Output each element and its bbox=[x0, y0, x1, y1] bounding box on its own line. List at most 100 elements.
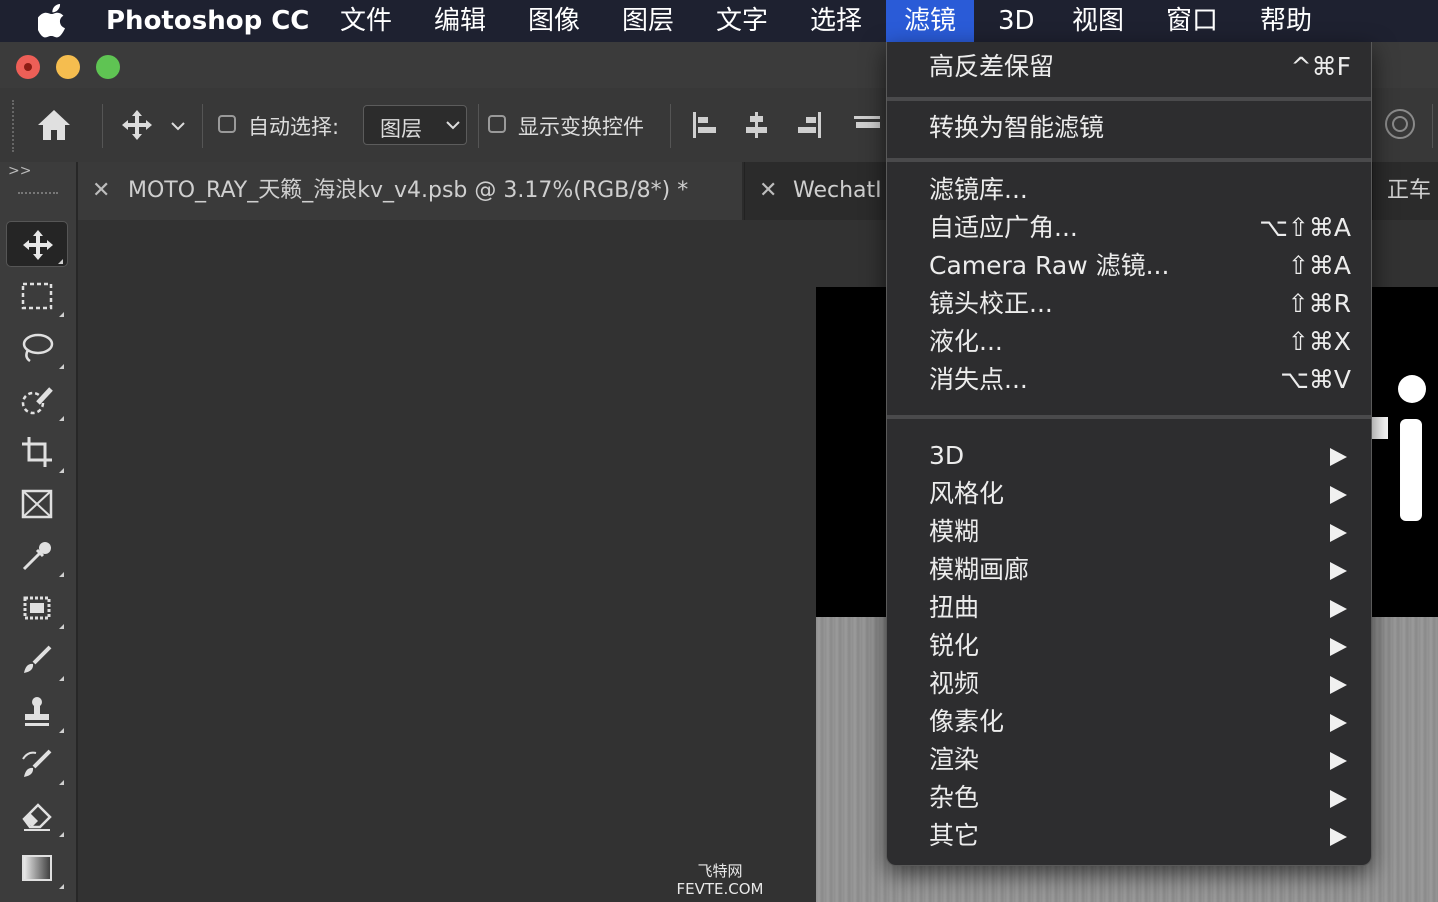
tool-stamp[interactable] bbox=[6, 689, 68, 735]
show-transform-checkbox[interactable] bbox=[488, 115, 506, 133]
divider bbox=[1432, 104, 1433, 148]
tool-history-brush[interactable] bbox=[6, 741, 68, 787]
tool-lasso[interactable] bbox=[6, 325, 68, 371]
menu-image[interactable]: 图像 bbox=[528, 0, 580, 42]
minimize-window-button[interactable] bbox=[56, 55, 80, 79]
frame-icon bbox=[21, 489, 53, 519]
submenu-distort[interactable]: 扭曲 bbox=[887, 589, 1371, 627]
menu-help[interactable]: 帮助 bbox=[1260, 0, 1312, 42]
tool-gradient[interactable] bbox=[6, 845, 68, 891]
menu-bar: Photoshop CC 文件 编辑 图像 图层 文字 选择 滤镜 3D 视图 … bbox=[0, 0, 1438, 42]
submenu-arrow-icon bbox=[1330, 752, 1347, 770]
menu-item-label: 锐化 bbox=[929, 631, 980, 660]
lasso-icon bbox=[22, 333, 54, 363]
auto-select-checkbox[interactable] bbox=[218, 115, 236, 133]
tool-frame[interactable] bbox=[6, 481, 68, 527]
submenu-render[interactable]: 渲染 bbox=[887, 741, 1371, 779]
tool-brush[interactable] bbox=[6, 637, 68, 683]
close-window-button[interactable] bbox=[16, 55, 40, 79]
3d-orbit-icon[interactable] bbox=[1382, 106, 1418, 142]
menu-item-label: Camera Raw 滤镜... bbox=[929, 251, 1170, 280]
gradient-icon bbox=[22, 855, 52, 881]
menu-item-convert-smart-filter[interactable]: 转换为智能滤镜 bbox=[887, 109, 1371, 147]
menu-separator bbox=[887, 158, 1371, 162]
menu-item-high-pass[interactable]: 高反差保留 ^⌘F bbox=[887, 48, 1371, 86]
menu-layer[interactable]: 图层 bbox=[622, 0, 674, 42]
menu-select[interactable]: 选择 bbox=[810, 0, 862, 42]
menu-item-vanishing-point[interactable]: 消失点... ⌥⌘V bbox=[887, 361, 1371, 399]
submenu-arrow-icon bbox=[1330, 448, 1347, 466]
submenu-3d[interactable]: 3D bbox=[887, 437, 1371, 475]
tool-move[interactable] bbox=[6, 221, 68, 267]
submenu-other[interactable]: 其它 bbox=[887, 817, 1371, 855]
menu-item-liquify[interactable]: 液化... ⇧⌘X bbox=[887, 323, 1371, 361]
submenu-stylize[interactable]: 风格化 bbox=[887, 475, 1371, 513]
tool-spot-heal[interactable] bbox=[6, 585, 68, 631]
submenu-arrow-icon bbox=[1330, 676, 1347, 694]
document-tab[interactable]: ✕ WechatI bbox=[744, 162, 887, 220]
submenu-video[interactable]: 视频 bbox=[887, 665, 1371, 703]
submenu-blur[interactable]: 模糊 bbox=[887, 513, 1371, 551]
align-top-icon[interactable] bbox=[852, 110, 882, 140]
submenu-sharpen[interactable]: 锐化 bbox=[887, 627, 1371, 665]
submenu-arrow-icon bbox=[1330, 600, 1347, 618]
menu-file[interactable]: 文件 bbox=[340, 0, 392, 42]
tab-title: MOTO_RAY_天籁_海浪kv_v4.psb @ 3.17%(RGB/8*) … bbox=[128, 178, 689, 203]
apple-icon[interactable] bbox=[38, 4, 70, 38]
menu-type[interactable]: 文字 bbox=[716, 0, 768, 42]
menu-item-camera-raw[interactable]: Camera Raw 滤镜... ⇧⌘A bbox=[887, 247, 1371, 285]
menu-item-label: 视频 bbox=[929, 669, 980, 698]
submenu-noise[interactable]: 杂色 bbox=[887, 779, 1371, 817]
submenu-pixelate[interactable]: 像素化 bbox=[887, 703, 1371, 741]
menu-item-label: 高反差保留 bbox=[929, 52, 1055, 81]
document-tab-active[interactable]: ✕ MOTO_RAY_天籁_海浪kv_v4.psb @ 3.17%(RGB/8*… bbox=[78, 162, 742, 220]
menu-item-label: 镜头校正... bbox=[929, 289, 1053, 318]
show-transform-label: 显示变换控件 bbox=[518, 115, 644, 139]
align-center-icon[interactable] bbox=[742, 110, 772, 140]
tool-crop[interactable] bbox=[6, 429, 68, 475]
menu-item-label: 模糊画廊 bbox=[929, 555, 1030, 584]
tool-eyedropper[interactable] bbox=[6, 533, 68, 579]
menu-item-filter-gallery[interactable]: 滤镜库... bbox=[887, 171, 1371, 209]
options-bar-grip[interactable] bbox=[12, 100, 18, 152]
divider bbox=[202, 104, 203, 148]
submenu-blur-gallery[interactable]: 模糊画廊 bbox=[887, 551, 1371, 589]
tools-panel-grip[interactable] bbox=[18, 192, 58, 200]
menu-item-adaptive-wide-angle[interactable]: 自适应广角... ⌥⇧⌘A bbox=[887, 209, 1371, 247]
menu-item-label: 风格化 bbox=[929, 479, 1005, 508]
close-tab-icon[interactable]: ✕ bbox=[92, 162, 110, 220]
maximize-window-button[interactable] bbox=[96, 55, 120, 79]
tool-eraser[interactable] bbox=[6, 793, 68, 839]
menu-separator bbox=[887, 415, 1371, 419]
submenu-arrow-icon bbox=[1330, 714, 1347, 732]
eyedropper-icon bbox=[22, 542, 51, 571]
home-icon[interactable] bbox=[36, 108, 72, 142]
submenu-arrow-icon bbox=[1330, 638, 1347, 656]
menu-item-shortcut: ⇧⌘A bbox=[1287, 251, 1351, 280]
menu-window[interactable]: 窗口 bbox=[1166, 0, 1218, 42]
tool-quick-select[interactable] bbox=[6, 377, 68, 423]
menu-3d[interactable]: 3D bbox=[998, 0, 1035, 42]
document-tab[interactable]: 正车 bbox=[1372, 162, 1438, 220]
menu-filter[interactable]: 滤镜 bbox=[886, 0, 975, 42]
expand-panel-icon[interactable]: >> bbox=[8, 163, 31, 179]
chevron-down-icon[interactable] bbox=[170, 120, 186, 132]
close-tab-icon[interactable]: ✕ bbox=[759, 162, 777, 220]
align-right-icon[interactable] bbox=[794, 110, 824, 140]
spot-heal-icon bbox=[23, 596, 51, 620]
tool-marquee[interactable] bbox=[6, 273, 68, 319]
move-tool-icon[interactable] bbox=[120, 108, 154, 142]
brush-icon bbox=[24, 645, 52, 673]
menu-app-name[interactable]: Photoshop CC bbox=[106, 0, 309, 42]
menu-separator bbox=[887, 97, 1371, 101]
menu-item-lens-correction[interactable]: 镜头校正... ⇧⌘R bbox=[887, 285, 1371, 323]
align-left-icon[interactable] bbox=[690, 110, 720, 140]
auto-select-target-dropdown[interactable]: 图层 bbox=[363, 105, 467, 145]
auto-select-target-value: 图层 bbox=[380, 117, 422, 141]
menu-edit[interactable]: 编辑 bbox=[434, 0, 486, 42]
menu-item-label: 3D bbox=[929, 441, 965, 470]
menu-view[interactable]: 视图 bbox=[1072, 0, 1124, 42]
submenu-arrow-icon bbox=[1330, 524, 1347, 542]
menu-item-label: 消失点... bbox=[929, 365, 1028, 394]
menu-item-label: 转换为智能滤镜 bbox=[929, 113, 1105, 142]
